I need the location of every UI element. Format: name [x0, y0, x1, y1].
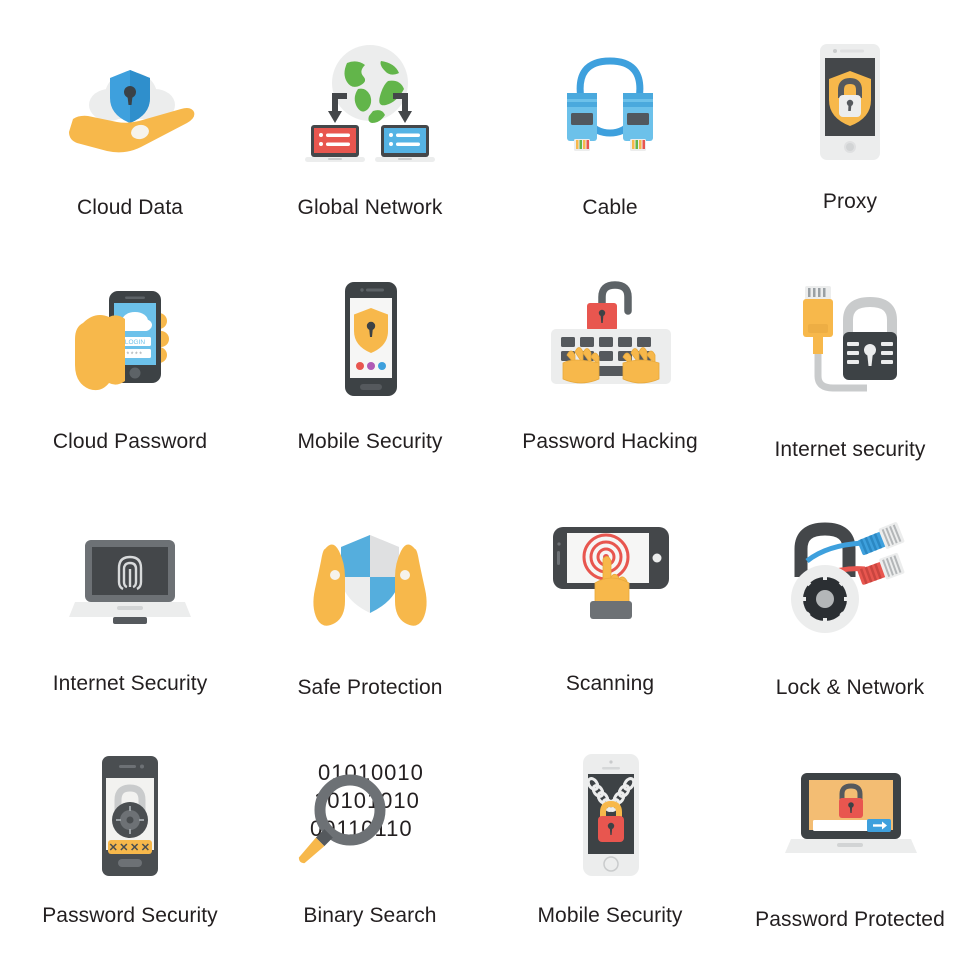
icon-label: Safe Protection	[297, 676, 443, 699]
icon-label: Global Network	[297, 196, 443, 219]
icon-cell-internet-security-laptop[interactable]: Internet Security	[10, 494, 250, 732]
icon-label: Cloud Data	[76, 196, 184, 219]
icon-cell-binary-search[interactable]: 01010010 10101010 00110110 Binary Search	[250, 732, 490, 970]
icon-label: Internet Security	[52, 672, 208, 695]
svg-text:LOGIN: LOGIN	[125, 339, 146, 346]
internet-security-lock-icon	[770, 266, 930, 416]
cloud-data-icon	[50, 28, 210, 178]
internet-security-laptop-icon	[50, 504, 210, 654]
mobile-security-icon	[290, 266, 450, 416]
icon-label: Cable	[582, 196, 638, 219]
proxy-icon	[770, 28, 930, 178]
password-hacking-icon	[530, 266, 690, 416]
icon-label: Cloud Password	[52, 430, 208, 453]
mobile-security-chain-icon	[530, 742, 690, 892]
icon-grid: Cloud Data Global Network Cable Proxy LO…	[0, 0, 980, 980]
icon-label: Password Security	[42, 904, 218, 927]
icon-label: Scanning	[565, 672, 655, 695]
icon-label: Password Protected	[755, 908, 945, 931]
icon-cell-cable[interactable]: Cable	[490, 18, 730, 256]
icon-cell-mobile-security-chain[interactable]: Mobile Security	[490, 732, 730, 970]
icon-cell-global-network[interactable]: Global Network	[250, 18, 490, 256]
icon-label: Internet security	[774, 438, 926, 461]
svg-text:✕✕✕✕: ✕✕✕✕	[109, 842, 152, 854]
cloud-password-icon: LOGIN ****	[50, 266, 210, 416]
safe-protection-icon	[290, 504, 450, 654]
icon-cell-password-security[interactable]: ✕✕✕✕ Password Security	[10, 732, 250, 970]
password-security-icon: ✕✕✕✕	[50, 742, 210, 892]
icon-cell-cloud-data[interactable]: Cloud Data	[10, 18, 250, 256]
svg-text:****: ****	[127, 352, 144, 359]
icon-cell-cloud-password[interactable]: LOGIN **** Cloud Password	[10, 256, 250, 494]
icon-label: Mobile Security	[537, 904, 683, 927]
icon-label: Proxy	[822, 190, 878, 213]
icon-cell-proxy[interactable]: Proxy	[730, 18, 970, 256]
icon-label: Password Hacking	[522, 430, 698, 453]
icon-cell-scanning[interactable]: Scanning	[490, 494, 730, 732]
icon-cell-password-hacking[interactable]: Password Hacking	[490, 256, 730, 494]
icon-label: Mobile Security	[297, 430, 443, 453]
icon-cell-lock-network[interactable]: Lock & Network	[730, 494, 970, 732]
scanning-icon	[530, 504, 690, 654]
icon-cell-mobile-security[interactable]: Mobile Security	[250, 256, 490, 494]
icon-label: Lock & Network	[775, 676, 925, 699]
global-network-icon	[290, 28, 450, 178]
cable-icon	[530, 28, 690, 178]
password-protected-icon	[770, 742, 930, 892]
binary-search-icon: 01010010 10101010 00110110	[290, 742, 450, 892]
icon-cell-password-protected[interactable]: Password Protected	[730, 732, 970, 970]
icon-label: Binary Search	[303, 904, 437, 927]
lock-network-icon	[770, 504, 930, 654]
icon-cell-safe-protection[interactable]: Safe Protection	[250, 494, 490, 732]
icon-cell-internet-security-lock[interactable]: Internet security	[730, 256, 970, 494]
